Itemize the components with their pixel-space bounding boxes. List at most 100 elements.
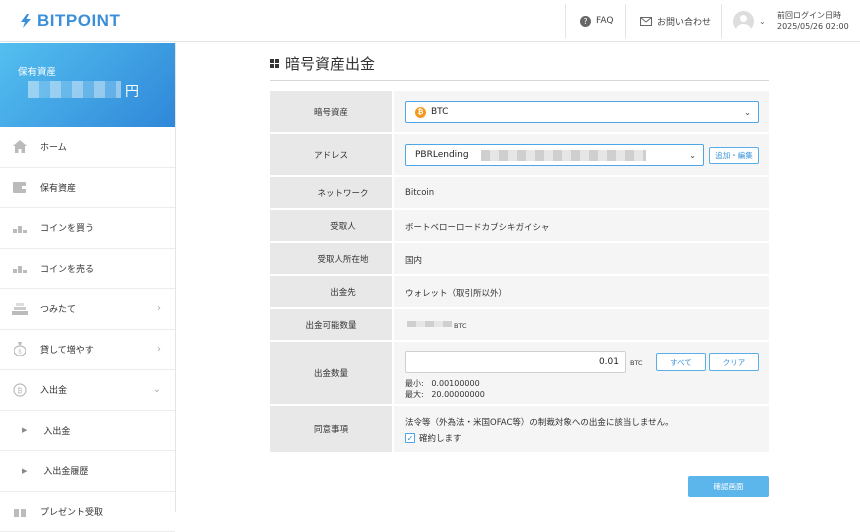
sidebar-item-home[interactable]: ホーム bbox=[0, 127, 175, 168]
home-icon bbox=[12, 139, 28, 155]
recipient-row: 受取人 ボートベローロードカブシキガイシャ bbox=[270, 210, 769, 243]
sidebar-item-sell[interactable]: コインを売る bbox=[0, 249, 175, 290]
amount-label: 出金数量 bbox=[270, 342, 394, 404]
btc-coin-icon: ₿ bbox=[415, 107, 426, 118]
max-label: 最大: bbox=[405, 390, 424, 399]
logo-text: BITPOINT bbox=[37, 11, 120, 31]
faq-link[interactable]: ? FAQ bbox=[580, 0, 613, 42]
sidebar-item-label: 入出金 bbox=[43, 424, 70, 437]
network-value: Bitcoin bbox=[405, 188, 434, 198]
recipient-value: ボートベローロードカブシキガイシャ bbox=[405, 221, 550, 233]
sidebar-item-label: つみたて bbox=[40, 302, 76, 315]
available-amount-redacted bbox=[407, 321, 452, 327]
mail-icon bbox=[640, 17, 652, 26]
recipient-location-row: 受取人所在地 国内 bbox=[270, 243, 769, 276]
recipient-location-value: 国内 bbox=[405, 254, 422, 266]
assets-label: 保有資産 bbox=[18, 64, 157, 78]
consent-label: 同意事項 bbox=[270, 406, 394, 452]
add-edit-button[interactable]: 追加・編集 bbox=[709, 147, 759, 164]
amount-row: 出金数量 0.01 BTC すべて クリア 最小: 0.00100000 最大:… bbox=[270, 342, 769, 406]
buy-coins-icon bbox=[12, 220, 28, 236]
gift-icon bbox=[12, 503, 28, 519]
chevron-down-icon: ⌄ bbox=[744, 108, 751, 117]
address-select-value: PBRLending bbox=[415, 150, 469, 160]
sidebar-item-buy[interactable]: コインを買う bbox=[0, 208, 175, 249]
sidebar-item-assets[interactable]: 保有資産 bbox=[0, 168, 175, 209]
chevron-down-icon: ⌄ bbox=[759, 17, 766, 26]
last-login-value: 2025/05/26 02:00 bbox=[777, 21, 849, 32]
consent-checkbox[interactable]: ✓ bbox=[405, 433, 415, 443]
bitpoint-logo-icon bbox=[18, 13, 34, 29]
destination-label: 出金先 bbox=[294, 276, 394, 307]
chevron-right-icon: › bbox=[157, 303, 161, 314]
header-divider bbox=[721, 4, 722, 38]
sidebar-subitem-deposit-withdraw[interactable]: ▶ 入出金 bbox=[0, 411, 175, 452]
sidebar-item-label: 貸して増やす bbox=[40, 343, 94, 356]
deposit-withdraw-icon: ₿ bbox=[12, 382, 28, 398]
page-title-text: 暗号資産出金 bbox=[285, 53, 375, 74]
caret-right-icon: ▶ bbox=[22, 426, 27, 434]
available-row: 出金可能数量 BTC bbox=[270, 309, 769, 342]
asset-label: 暗号資産 bbox=[270, 91, 394, 132]
confirm-button[interactable]: 確認画面 bbox=[688, 476, 769, 497]
assets-currency: 円 bbox=[125, 81, 139, 101]
max-value: 20.00000000 bbox=[431, 390, 484, 399]
all-button[interactable]: すべて bbox=[656, 353, 706, 371]
amount-unit: BTC bbox=[630, 359, 643, 367]
recipient-location-label: 受取人所在地 bbox=[294, 243, 394, 274]
network-label: ネットワーク bbox=[294, 177, 394, 208]
address-label: アドレス bbox=[270, 134, 394, 175]
sell-coins-icon bbox=[12, 260, 28, 276]
sidebar-item-label: 入出金 bbox=[40, 383, 67, 396]
user-menu[interactable]: ⌄ bbox=[733, 0, 766, 42]
last-login-label: 前回ログイン日時 bbox=[777, 10, 849, 21]
address-select[interactable]: PBRLending ⌄ bbox=[405, 144, 704, 166]
header-divider bbox=[565, 4, 566, 38]
sidebar-item-label: 入出金履歴 bbox=[43, 464, 88, 477]
consent-row: 同意事項 法令等（外為法・米国OFAC等）の制裁対象への出金に該当しません。 ✓… bbox=[270, 406, 769, 452]
sidebar-subitem-history[interactable]: ▶ 入出金履歴 bbox=[0, 451, 175, 492]
assets-amount-redacted bbox=[28, 81, 121, 98]
wallet-icon bbox=[12, 179, 28, 195]
sidebar-item-lending[interactable]: $ 貸して増やす › bbox=[0, 330, 175, 371]
clear-button[interactable]: クリア bbox=[709, 353, 759, 371]
sidebar-item-label: コインを買う bbox=[40, 221, 94, 234]
lending-bag-icon: $ bbox=[12, 341, 28, 357]
chevron-down-icon: ⌄ bbox=[689, 151, 696, 160]
page-title: 暗号資産出金 bbox=[270, 53, 769, 81]
network-row: ネットワーク Bitcoin bbox=[270, 177, 769, 210]
last-login: 前回ログイン日時 2025/05/26 02:00 bbox=[777, 10, 849, 32]
caret-right-icon: ▶ bbox=[22, 467, 27, 475]
destination-value: ウォレット（取引所以外） bbox=[405, 287, 507, 299]
address-row: アドレス PBRLending ⌄ 追加・編集 bbox=[270, 134, 769, 177]
min-label: 最小: bbox=[405, 379, 424, 388]
avatar bbox=[733, 11, 754, 32]
asset-select[interactable]: ₿ BTC ⌄ bbox=[405, 101, 759, 123]
amount-input-value: 0.01 bbox=[599, 357, 619, 367]
consent-check-label: 確約します bbox=[419, 432, 462, 444]
consent-checkbox-row[interactable]: ✓ 確約します bbox=[405, 432, 462, 444]
asset-row: 暗号資産 ₿ BTC ⌄ bbox=[270, 91, 769, 134]
amount-limits: 最小: 0.00100000 最大: 20.00000000 bbox=[405, 379, 485, 400]
sidebar-item-label: 保有資産 bbox=[40, 181, 76, 194]
amount-input[interactable]: 0.01 bbox=[405, 351, 626, 373]
sidebar-item-label: ホーム bbox=[40, 140, 67, 153]
accumulate-icon bbox=[12, 301, 28, 317]
contact-link[interactable]: お問い合わせ bbox=[640, 0, 711, 42]
bitpoint-logo[interactable]: BITPOINT bbox=[18, 11, 120, 31]
recipient-label: 受取人 bbox=[294, 210, 394, 241]
min-value: 0.00100000 bbox=[431, 379, 479, 388]
available-unit: BTC bbox=[454, 322, 467, 330]
top-header: BITPOINT ? FAQ お問い合わせ ⌄ 前回ログイン日時 2025/05… bbox=[0, 0, 860, 42]
sidebar-item-label: コインを売る bbox=[40, 262, 94, 275]
header-divider bbox=[625, 4, 626, 38]
available-label: 出金可能数量 bbox=[270, 309, 394, 340]
sidebar-item-accumulate[interactable]: つみたて › bbox=[0, 289, 175, 330]
sidebar-item-deposit-withdraw[interactable]: ₿ 入出金 ⌄ bbox=[0, 370, 175, 411]
contact-label: お問い合わせ bbox=[657, 15, 711, 28]
grid-icon bbox=[270, 59, 279, 68]
assets-summary[interactable]: 保有資産 円 bbox=[0, 43, 175, 127]
consent-text: 法令等（外為法・米国OFAC等）の制裁対象への出金に該当しません。 bbox=[405, 416, 674, 428]
faq-label: FAQ bbox=[596, 16, 613, 26]
sidebar: 保有資産 円 ホーム 保有資産 コインを買う コインを売る つみたて › bbox=[0, 43, 176, 512]
